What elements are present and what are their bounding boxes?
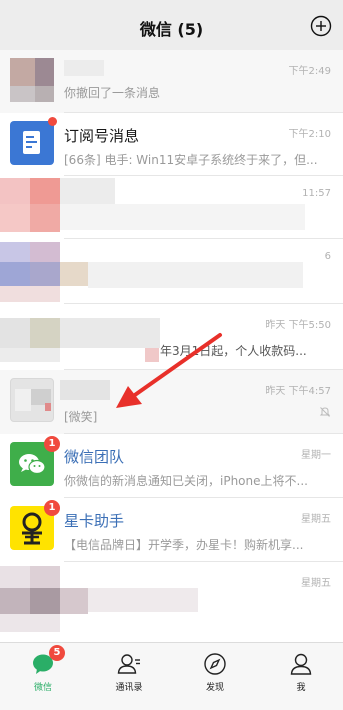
compass-icon: [204, 653, 226, 675]
chat-row[interactable]: 年3月1日起，个人收款码... 昨天 下午5:50: [0, 304, 343, 370]
chat-preview: [微笑]: [64, 410, 98, 424]
unread-dot: [48, 117, 57, 126]
chat-time: 下午2:10: [288, 129, 331, 140]
chat-name: 订阅号消息: [64, 127, 140, 145]
chat-row-subscriptions[interactable]: 订阅号消息 [66条] 电手: Win11安卓子系统终于来了，但... 下午2:…: [0, 113, 343, 176]
name-redacted: [60, 380, 110, 400]
unread-badge: 1: [44, 436, 60, 452]
subscription-icon: [10, 121, 54, 165]
tab-bar: 5 微信 通讯录 发现 我: [0, 642, 343, 710]
chat-row[interactable]: 11:57: [0, 176, 343, 239]
tab-label: 微信: [33, 683, 52, 693]
chat-time: 星期五: [301, 578, 331, 589]
chat-name: 星卡助手: [64, 512, 125, 530]
chat-row-star-card[interactable]: 1 星卡助手 【电信品牌日】开学季，办星卡！购新机享... 星期五: [0, 498, 343, 562]
chat-row[interactable]: 6: [0, 239, 343, 304]
avatar: [10, 378, 54, 422]
tab-discover[interactable]: 发现: [172, 643, 258, 710]
page-title: 微信 (5): [139, 20, 204, 39]
chat-row-wechat-team[interactable]: 1 微信团队 你微信的新消息通知已关闭，iPhone上将不... 星期一: [0, 434, 343, 498]
name-redacted: [64, 60, 104, 76]
chat-row-muted[interactable]: [微笑] 昨天 下午4:57: [0, 370, 343, 434]
mute-bell-icon: [319, 407, 331, 417]
tab-label: 我: [296, 683, 306, 693]
chat-preview: 【电信品牌日】开学季，办星卡！购新机享...: [64, 538, 304, 552]
chat-row[interactable]: 你撤回了一条消息 下午2:49: [0, 50, 343, 113]
add-icon[interactable]: [310, 15, 332, 37]
chat-time: 星期一: [301, 450, 331, 461]
chat-time: 下午2:49: [288, 66, 331, 77]
contacts-icon: [117, 654, 140, 674]
chat-time: 星期五: [301, 514, 331, 525]
chat-time: 11:57: [302, 188, 331, 199]
chat-preview: 你撤回了一条消息: [64, 86, 161, 100]
tab-me[interactable]: 我: [258, 643, 343, 710]
chat-name: 微信团队: [64, 448, 125, 466]
chat-row[interactable]: 星期五: [0, 562, 343, 642]
chat-list: 你撤回了一条消息 下午2:49 订阅号消息 [66条] 电手: Win11安卓子…: [0, 50, 343, 642]
chat-preview: [66条] 电手: Win11安卓子系统终于来了，但...: [64, 153, 318, 167]
chat-preview: 年3月1日起，个人收款码...: [160, 344, 307, 358]
tab-chats[interactable]: 5 微信: [0, 643, 86, 710]
chat-time: 昨天 下午5:50: [265, 320, 331, 331]
avatar: [10, 58, 54, 102]
person-icon: [290, 653, 312, 675]
chat-time: 6: [324, 251, 331, 262]
nav-bar: 微信 (5): [0, 0, 343, 50]
unread-badge: 5: [49, 645, 65, 661]
chat-preview: 你微信的新消息通知已关闭，iPhone上将不...: [64, 474, 308, 488]
chat-time: 昨天 下午4:57: [265, 386, 331, 397]
tab-label: 发现: [205, 683, 224, 693]
tab-contacts[interactable]: 通讯录: [86, 643, 172, 710]
tab-label: 通讯录: [115, 683, 143, 693]
unread-badge: 1: [44, 500, 60, 516]
